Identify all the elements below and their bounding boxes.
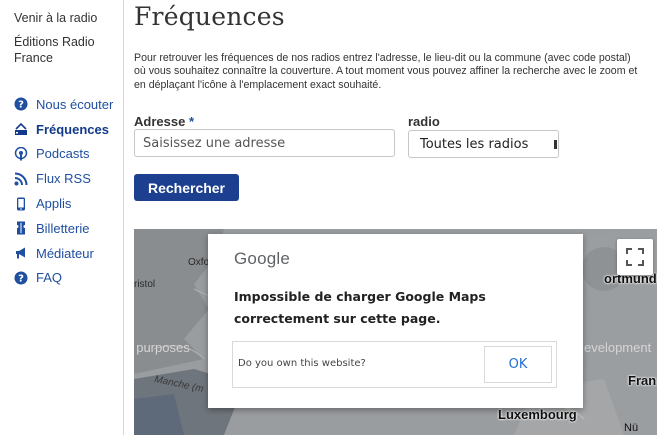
google-logo: Google (234, 249, 291, 268)
map-watermark-left: t purposes (134, 340, 190, 355)
select-arrow-icon (554, 140, 557, 149)
maps-error-footer: Do you own this website? OK (232, 341, 557, 388)
sidebar-item-label: Applis (36, 196, 72, 212)
sidebar-item-podcasts[interactable]: Podcasts (14, 142, 123, 167)
own-website-question[interactable]: Do you own this website? (238, 358, 366, 369)
map-watermark-right: evelopment (584, 340, 652, 355)
fullscreen-icon (626, 248, 644, 266)
map-label-bristol: ristol (134, 279, 156, 290)
podcast-icon (14, 146, 28, 161)
search-button[interactable]: Rechercher (134, 174, 239, 201)
sidebar-item-label: Billetterie (36, 220, 90, 236)
sidebar-item-label: Fréquences (36, 121, 109, 137)
ok-button[interactable]: OK (484, 346, 552, 383)
question-icon: ? (14, 97, 28, 111)
map-label-nu: Nü (624, 422, 639, 434)
map-label-oxford: Oxfo (188, 257, 210, 268)
main-content: Fréquences Pour retrouver les fréquences… (134, 0, 662, 435)
radio-select[interactable]: Toutes les radios (408, 130, 559, 158)
maps-error-message: Impossible de charger Google Maps correc… (234, 289, 486, 326)
radio-label: radio (408, 114, 440, 129)
phone-icon (14, 197, 28, 211)
ticket-icon (14, 221, 28, 235)
maps-error-dialog: Google Impossible de charger Google Maps… (208, 234, 583, 408)
svg-text:?: ? (18, 100, 24, 111)
sidebar-item-nous-ecouter[interactable]: ? Nous écouter (14, 92, 123, 117)
sidebar-item-label: FAQ (36, 270, 63, 286)
intro-text: Pour retrouver les fréquences de nos rad… (134, 52, 638, 91)
radio-select-value: Toutes les radios (420, 136, 529, 152)
address-label: Adresse * (134, 114, 194, 129)
rss-icon (14, 172, 28, 186)
sidebar-item-flux-rss[interactable]: Flux RSS (14, 166, 123, 191)
sidebar-item-mediateur[interactable]: Médiateur (14, 241, 123, 266)
required-mark: * (188, 114, 194, 129)
sidebar-nav: ? Nous écouter Fréquences Podcasts Flux … (14, 92, 123, 290)
link-venir-radio[interactable]: Venir à la radio (14, 10, 123, 26)
question-icon: ? (14, 271, 28, 285)
sidebar-item-label: Flux RSS (36, 171, 91, 187)
sidebar-top-links: Venir à la radio Éditions Radio France (0, 0, 123, 66)
sidebar-item-frequences[interactable]: Fréquences (14, 117, 123, 142)
svg-text:?: ? (18, 273, 24, 284)
sidebar-item-label: Nous écouter (36, 96, 114, 112)
antenna-icon (14, 122, 28, 136)
map-label-fr: Fran (628, 373, 657, 388)
address-label-text: Adresse (134, 114, 186, 129)
sidebar-item-applis[interactable]: Applis (14, 191, 123, 216)
address-input[interactable] (134, 129, 395, 157)
page-title: Fréquences (134, 2, 285, 31)
map-container[interactable]: Oxfo ristol Manche (m t purposes evelopm… (134, 229, 657, 435)
megaphone-icon (14, 246, 28, 260)
sidebar-item-label: Podcasts (36, 146, 90, 162)
sidebar-item-label: Médiateur (36, 245, 94, 261)
sidebar-item-faq[interactable]: ? FAQ (14, 266, 123, 291)
fullscreen-button[interactable] (617, 239, 653, 275)
sidebar-item-billetterie[interactable]: Billetterie (14, 216, 123, 241)
sidebar: Venir à la radio Éditions Radio France ?… (0, 0, 124, 435)
map-label-luxembourg: Luxembourg (498, 407, 577, 422)
link-editions[interactable]: Éditions Radio France (14, 34, 123, 66)
